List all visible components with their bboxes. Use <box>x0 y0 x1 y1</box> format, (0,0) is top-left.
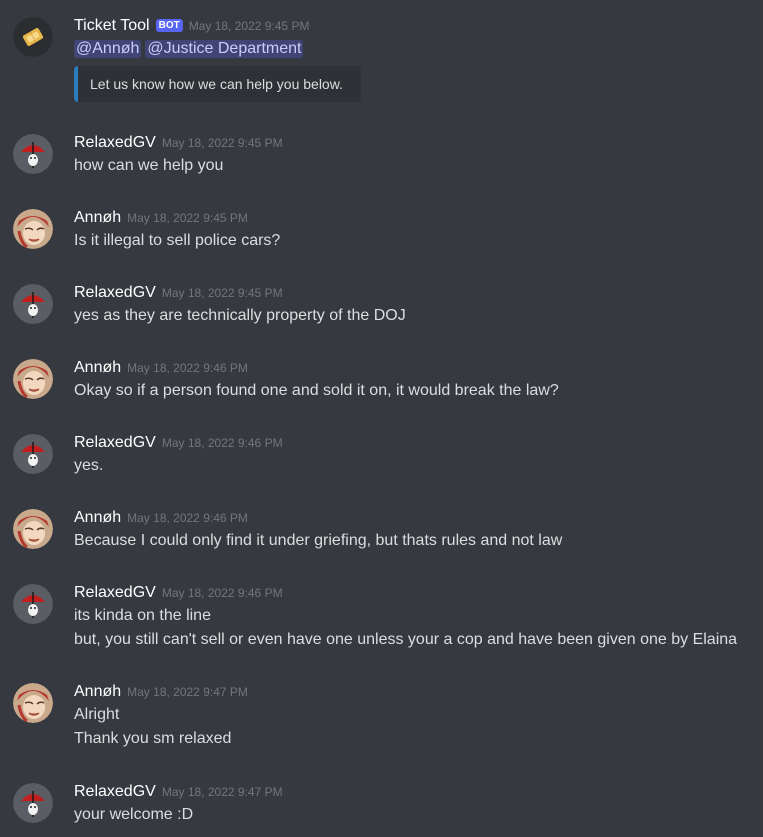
timestamp: May 18, 2022 9:45 PM <box>188 19 310 33</box>
message-text: Is it illegal to sell police cars? <box>74 232 281 249</box>
message-text: your welcome :D <box>74 806 194 823</box>
message-text: Because I could only find it under grief… <box>74 532 563 549</box>
message: RelaxedGV May 18, 2022 9:46 PM yes. <box>0 434 763 479</box>
umbrella-avatar-icon[interactable] <box>13 284 53 324</box>
timestamp: May 18, 2022 9:45 PM <box>161 136 283 150</box>
message-text: yes as they are technically property of … <box>74 307 406 324</box>
timestamp: May 18, 2022 9:47 PM <box>161 785 283 799</box>
anime-avatar-icon[interactable] <box>13 509 53 549</box>
umbrella-avatar-icon[interactable] <box>13 584 53 624</box>
message: Annøh May 18, 2022 9:46 PM Okay so if a pe… <box>0 359 763 404</box>
message-header: Annøh May 18, 2022 9:45 PM <box>74 209 248 229</box>
message-text: Okay so if a person found one and sold i… <box>74 382 559 399</box>
anime-avatar-icon[interactable] <box>13 683 53 723</box>
message-header: RelaxedGV May 18, 2022 9:45 PM <box>74 134 283 154</box>
message-header: RelaxedGV May 18, 2022 9:45 PM <box>74 284 283 304</box>
message: RelaxedGV May 18, 2022 9:46 PM its kinda o… <box>0 584 763 654</box>
ticket-avatar-icon[interactable] <box>13 17 53 57</box>
username[interactable]: RelaxedGV <box>74 134 156 151</box>
umbrella-avatar-icon[interactable] <box>13 783 53 823</box>
username[interactable]: Ticket Tool <box>74 17 150 34</box>
message-header: RelaxedGV May 18, 2022 9:46 PM <box>74 584 283 604</box>
message-text: Alright <box>74 706 120 723</box>
timestamp: May 18, 2022 9:45 PM <box>127 211 248 225</box>
username[interactable]: RelaxedGV <box>74 584 156 601</box>
timestamp: May 18, 2022 9:46 PM <box>161 436 283 450</box>
message: Annøh May 18, 2022 9:45 PM Is it illegal t… <box>0 209 763 254</box>
message: RelaxedGV May 18, 2022 9:47 PM your welcom… <box>0 783 763 828</box>
mention-line: @Annøh @Justice Department <box>74 40 307 58</box>
username[interactable]: Annøh <box>74 683 121 700</box>
embed: Let us know how we can help you below. <box>74 66 361 102</box>
message: Annøh May 18, 2022 9:46 PM Because I could… <box>0 509 763 554</box>
embed-text: Let us know how we can help you below. <box>90 76 343 92</box>
mention-annoh[interactable]: @Annøh <box>74 40 142 58</box>
message-text: but, you still can't sell or even have o… <box>74 631 738 648</box>
username[interactable]: RelaxedGV <box>74 284 156 301</box>
anime-avatar-icon[interactable] <box>13 209 53 249</box>
message-header: Annøh May 18, 2022 9:46 PM <box>74 509 248 529</box>
username[interactable]: RelaxedGV <box>74 434 156 451</box>
anime-avatar-icon[interactable] <box>13 359 53 399</box>
timestamp: May 18, 2022 9:46 PM <box>127 511 248 525</box>
message-header: Ticket Tool BOT May 18, 2022 9:45 PM <box>74 17 309 37</box>
message: RelaxedGV May 18, 2022 9:45 PM how can we … <box>0 134 763 179</box>
message-text: its kinda on the line <box>74 607 211 624</box>
umbrella-avatar-icon[interactable] <box>13 134 53 174</box>
bot-message: Ticket Tool BOT May 18, 2022 9:45 PM @Annø… <box>0 15 763 105</box>
timestamp: May 18, 2022 9:47 PM <box>127 685 248 699</box>
message-text: how can we help you <box>74 157 224 174</box>
timestamp: May 18, 2022 9:46 PM <box>127 361 248 375</box>
message: Annøh May 18, 2022 9:47 PM Alright Thank yo… <box>0 683 763 753</box>
username[interactable]: Annøh <box>74 509 121 526</box>
message-header: Annøh May 18, 2022 9:46 PM <box>74 359 248 379</box>
message-header: RelaxedGV May 18, 2022 9:46 PM <box>74 434 283 454</box>
username[interactable]: RelaxedGV <box>74 783 156 800</box>
mention-justice-department[interactable]: @Justice Department <box>145 40 304 58</box>
umbrella-avatar-icon[interactable] <box>13 434 53 474</box>
username[interactable]: Annøh <box>74 359 121 376</box>
message-header: RelaxedGV May 18, 2022 9:47 PM <box>74 783 283 803</box>
bot-badge: BOT <box>155 19 183 32</box>
timestamp: May 18, 2022 9:45 PM <box>161 286 283 300</box>
timestamp: May 18, 2022 9:46 PM <box>161 586 283 600</box>
message: RelaxedGV May 18, 2022 9:45 PM yes as they… <box>0 284 763 329</box>
message-header: Annøh May 18, 2022 9:47 PM <box>74 683 248 703</box>
username[interactable]: Annøh <box>74 209 121 226</box>
message-text: Thank you sm relaxed <box>74 730 232 747</box>
message-text: yes. <box>74 457 104 474</box>
